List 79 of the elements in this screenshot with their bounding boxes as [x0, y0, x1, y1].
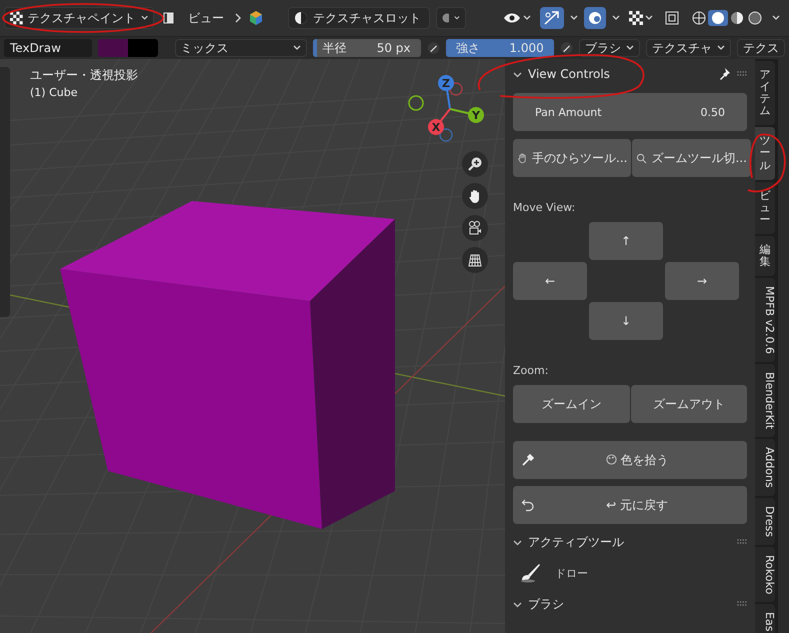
- sidebar-tab[interactable]: Addons: [755, 439, 775, 496]
- zoom-label: Zoom:: [513, 364, 550, 377]
- axis-gizmo[interactable]: Z Y X: [405, 71, 495, 151]
- sidebar-tab[interactable]: ビュー: [755, 182, 775, 234]
- checker-icon: [629, 11, 643, 25]
- caret-icon: [570, 15, 578, 21]
- sidebar-tab[interactable]: アイテム: [755, 61, 775, 126]
- drag-handle-icon[interactable]: [737, 71, 747, 77]
- caret-icon: [523, 15, 531, 21]
- hand-icon[interactable]: [462, 183, 488, 209]
- pen-pressure-icon[interactable]: [560, 40, 573, 56]
- undo-button[interactable]: ↩ 元に戻す: [513, 486, 747, 524]
- caret-icon: [292, 45, 301, 51]
- tool-button[interactable]: ズームツール切...: [632, 139, 751, 177]
- menu-dropdown[interactable]: テクスチャ: [646, 39, 731, 57]
- view-menu[interactable]: ビュー: [184, 10, 228, 26]
- pen-pressure-icon[interactable]: [426, 40, 440, 56]
- field-value: 0.50: [700, 106, 725, 118]
- view-name: ユーザー・透視投影: [30, 67, 138, 84]
- slider-label: 強さ: [456, 40, 480, 56]
- caret-icon: [772, 15, 780, 21]
- eye-icon: [503, 11, 521, 25]
- move-left-button[interactable]: ←: [513, 262, 587, 300]
- move-up-button[interactable]: ↑: [589, 222, 663, 260]
- camera-icon[interactable]: [462, 215, 488, 241]
- menu-dropdown[interactable]: テクス: [737, 39, 785, 57]
- pick-color-button[interactable]: 色を拾う: [513, 441, 747, 479]
- caret-icon: [140, 15, 148, 21]
- zoom-button[interactable]: ズームアウト: [630, 385, 747, 423]
- caret-icon: [626, 45, 634, 51]
- field-label: Pan Amount: [535, 106, 602, 118]
- slider-value: 1.000: [509, 41, 544, 55]
- slider-label: 半径: [322, 40, 347, 56]
- active-tool-name: ドロー: [555, 566, 588, 580]
- sidebar-tab[interactable]: BlenderKit: [755, 364, 775, 438]
- drag-handle-icon[interactable]: [737, 601, 747, 607]
- sidebar-tab[interactable]: Eas: [755, 604, 775, 633]
- move-right-button[interactable]: →: [665, 262, 739, 300]
- sidebar-tab[interactable]: MPFB v2.0.6: [755, 278, 775, 362]
- panel-title[interactable]: View Controls: [528, 67, 711, 81]
- tool-button[interactable]: 手のひらツール...: [513, 139, 632, 177]
- zoom-button[interactable]: ズームイン: [513, 385, 630, 423]
- object-name: (1) Cube: [30, 86, 78, 99]
- hand-icon: [517, 152, 528, 164]
- cube-icon: [248, 10, 264, 26]
- color-swatch[interactable]: [128, 39, 158, 57]
- caret-icon: [645, 15, 653, 21]
- dot-dropdown[interactable]: [436, 7, 466, 29]
- pan-amount-field[interactable]: Pan Amount 0.50: [513, 93, 747, 131]
- subpanel-title[interactable]: アクティブツール: [528, 534, 731, 550]
- slider-value: 50 px: [376, 41, 411, 55]
- search-icon: [636, 152, 648, 164]
- mirror-icon[interactable]: [540, 7, 564, 29]
- checker-icon: [10, 11, 23, 25]
- menu-dropdown[interactable]: ブラシ: [579, 39, 640, 57]
- zoom-icon[interactable]: [462, 151, 488, 177]
- color-swatch[interactable]: [98, 39, 128, 57]
- texture-slot-dropdown[interactable]: テクスチャスロット: [288, 7, 430, 29]
- chevron-right-icon: [234, 13, 242, 23]
- undo-icon: [521, 498, 535, 512]
- sidebar-tab[interactable]: ツール: [755, 127, 775, 180]
- caret-icon: [454, 15, 460, 21]
- brush-icon[interactable]: [519, 563, 541, 583]
- sidebar-tab[interactable]: Dress: [755, 498, 775, 546]
- move-down-button[interactable]: ↓: [589, 302, 663, 340]
- drag-handle-icon[interactable]: [737, 539, 747, 545]
- half-circle-icon: [294, 11, 308, 25]
- mode-dropdown[interactable]: テクスチャペイント: [4, 7, 154, 29]
- caret-icon: [717, 45, 725, 51]
- brush-name-field[interactable]: TexDraw: [4, 39, 92, 57]
- slider[interactable]: 半径 50 px: [312, 39, 421, 57]
- grid-icon[interactable]: [462, 247, 488, 273]
- move-view-label: Move View:: [513, 201, 576, 214]
- caret-icon: [612, 15, 620, 21]
- subpanel-title[interactable]: ブラシ: [528, 596, 731, 612]
- sidebar-tab[interactable]: Rokoko: [755, 547, 775, 602]
- blend-dropdown[interactable]: ミックス: [174, 39, 307, 57]
- slider[interactable]: 強さ 1.000: [446, 39, 554, 57]
- sidebar-tab[interactable]: 編集: [755, 236, 775, 276]
